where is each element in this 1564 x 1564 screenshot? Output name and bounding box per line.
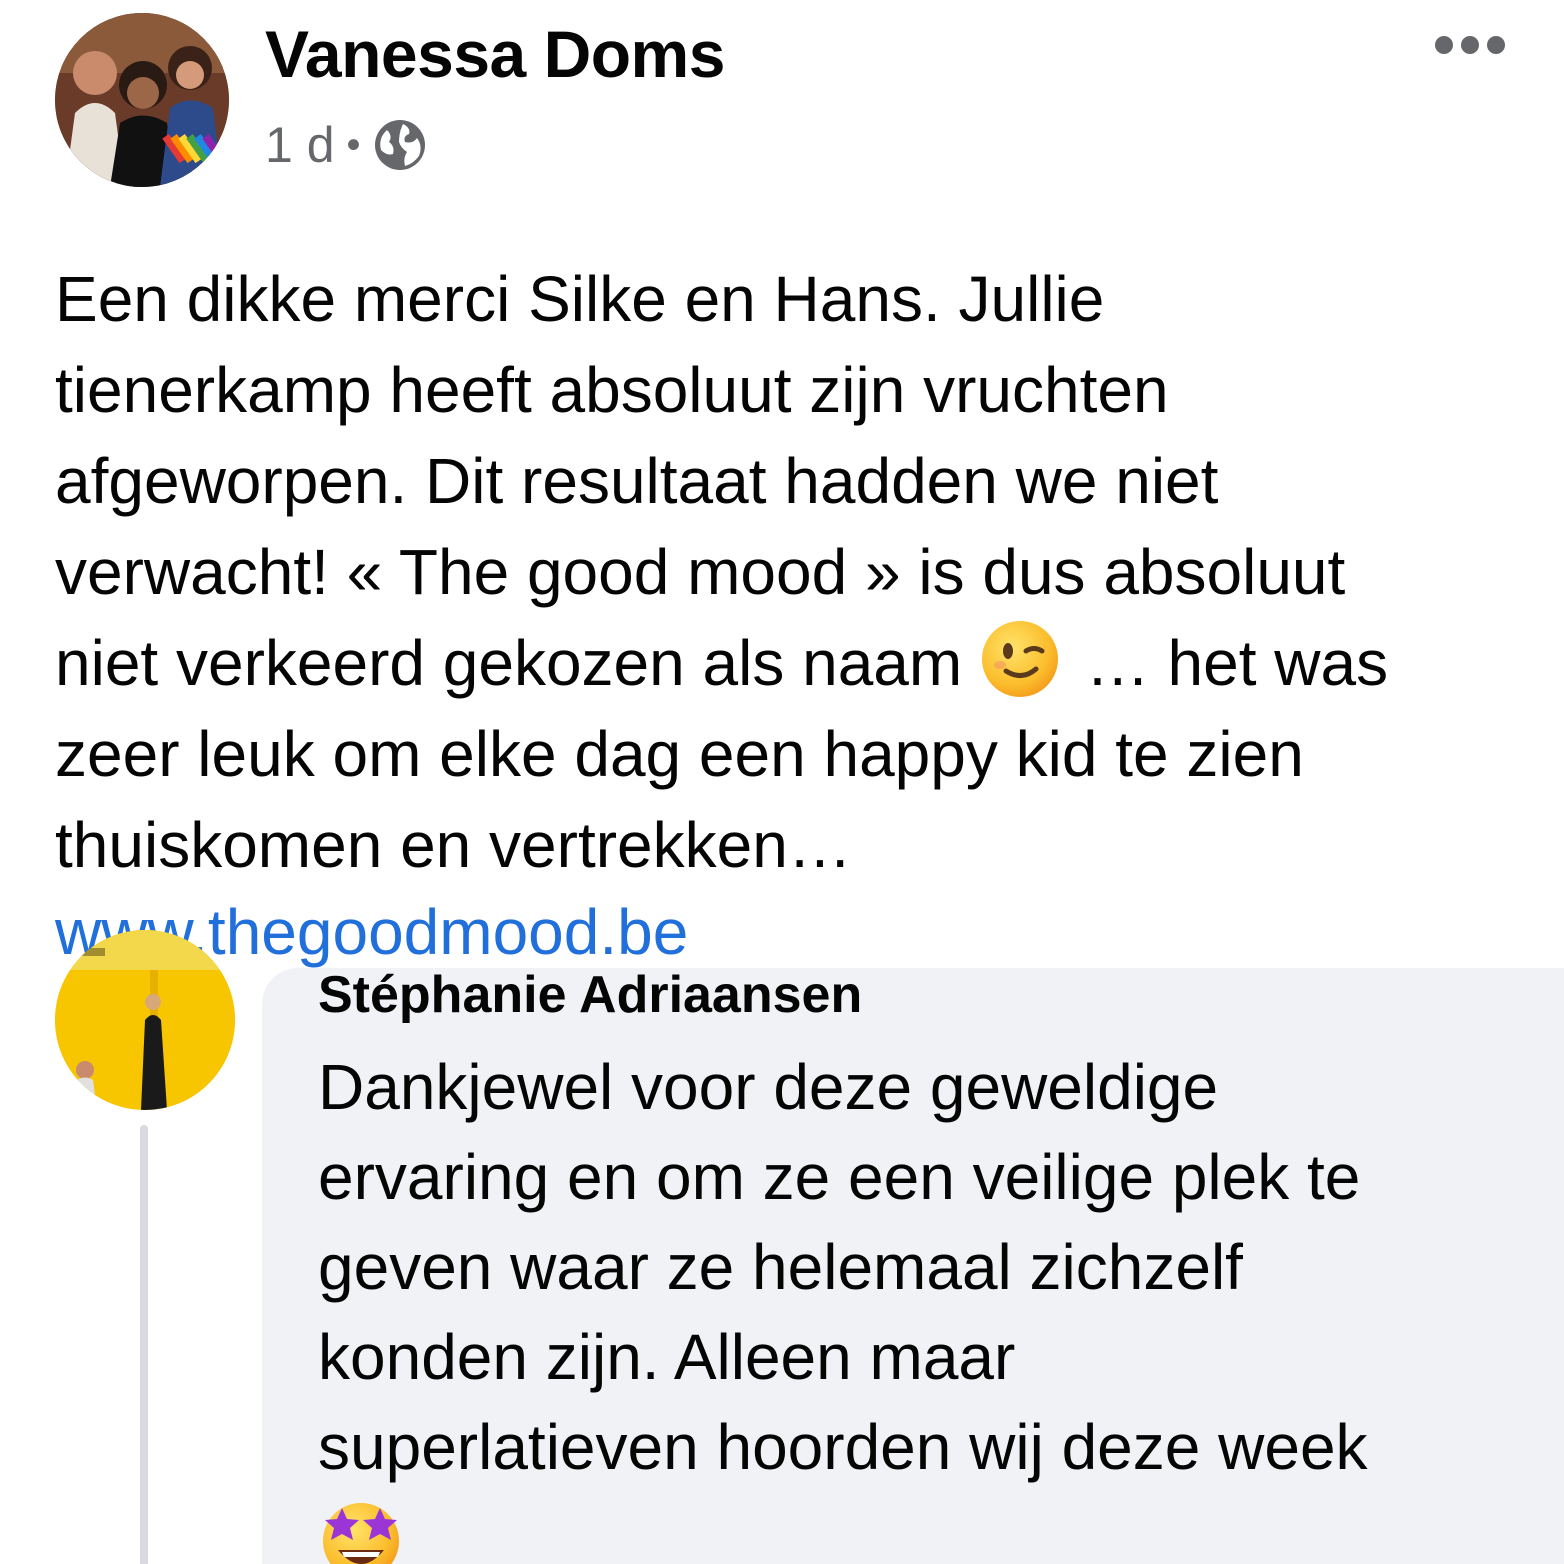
comment-author-name[interactable]: Stéphanie Adriaansen [318,962,862,1028]
post-meta: 1 d • [265,110,427,180]
post-text-line: Een dikke merci Silke en Hans. Jullie [55,263,1105,335]
post-text-line: verwacht! « The good mood » is dus absol… [55,536,1346,608]
post-text-line: zeer leuk om elke dag een happy kid te z… [55,718,1304,790]
post-text-line: tienerkamp heeft absoluut zijn vruchten [55,354,1169,426]
comment-text: Dankjewel voor deze geweldige ervaring e… [318,1042,1368,1492]
comment-thread-line [140,1125,148,1564]
meta-separator: • [346,122,361,167]
comment-text-line: geven waar ze helemaal zichzelf [318,1231,1243,1303]
more-dot [1487,36,1505,54]
more-dot [1435,36,1453,54]
author-avatar[interactable] [55,13,229,187]
winking-face-icon [980,619,1060,699]
facebook-post-screenshot: Vanessa Doms 1 d • Een dikke merci Silke… [0,0,1564,1564]
comment-text-line: Dankjewel voor deze geweldige [318,1051,1219,1123]
comment-text-line: konden zijn. Alleen maar [318,1321,1016,1393]
post-text-line: niet verkeerd gekozen als naam … het was [55,618,1525,709]
post-text-segment: niet verkeerd gekozen als naam [55,627,963,699]
star-struck-icon [318,1494,404,1564]
post-text-line: thuiskomen en vertrekken… [55,809,852,881]
post-text-line: afgeworpen. Dit resultaat hadden we niet [55,445,1219,517]
post-text: Een dikke merci Silke en Hans. Jullie ti… [55,254,1525,891]
comment-text-line: ervaring en om ze een veilige plek te [318,1141,1361,1213]
post-author-name[interactable]: Vanessa Doms [265,16,725,92]
post-text-segment: … het was [1067,627,1389,699]
commenter-avatar[interactable] [55,930,235,1110]
more-dot [1461,36,1479,54]
post-timestamp[interactable]: 1 d [265,116,335,174]
more-options-icon[interactable] [1420,22,1520,68]
comment-text-line: superlatieven hoorden wij deze week [318,1411,1368,1483]
globe-icon[interactable] [373,118,427,172]
